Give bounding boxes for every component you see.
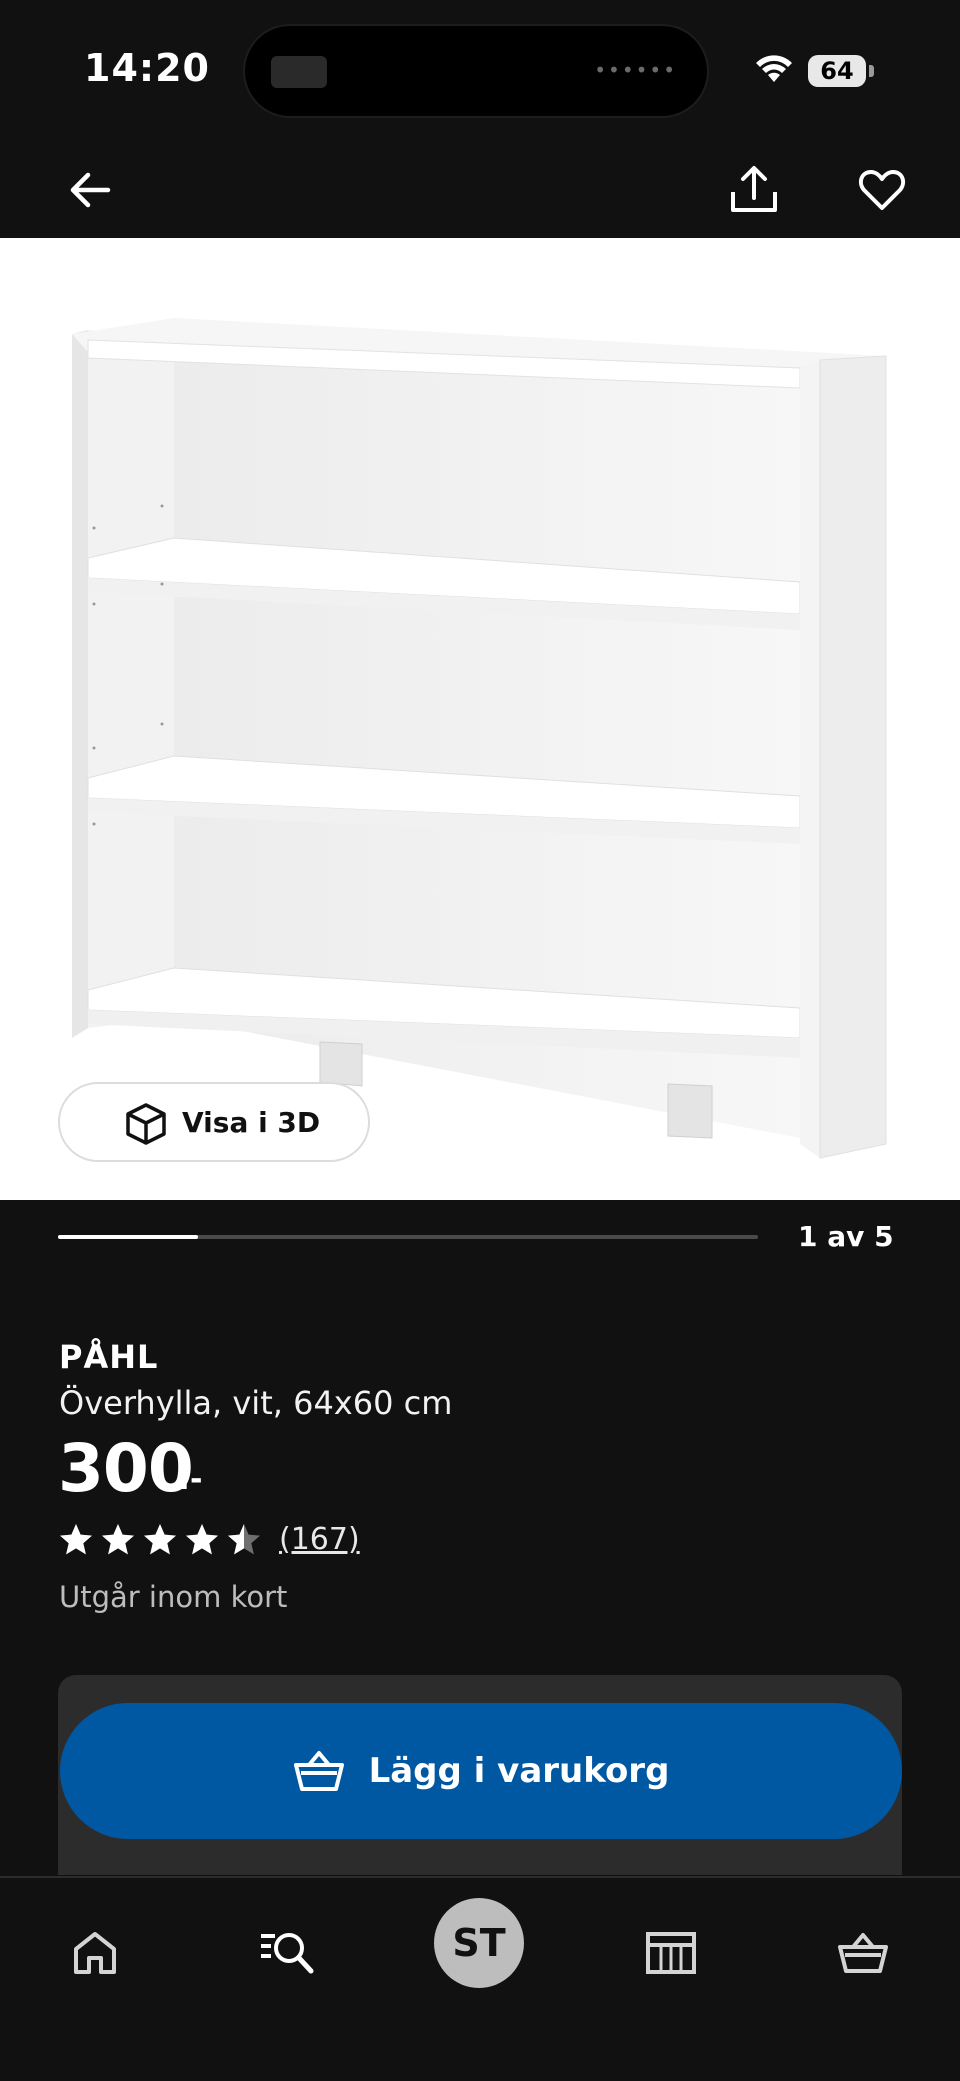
star-icon bbox=[186, 1524, 218, 1555]
cube-icon bbox=[126, 1103, 166, 1145]
favorite-button[interactable] bbox=[852, 160, 912, 220]
status-bar: 14:20 •••••• 64 bbox=[0, 0, 960, 140]
add-to-cart-button[interactable]: Lägg i varukorg bbox=[60, 1703, 902, 1839]
store-icon bbox=[646, 1932, 696, 1974]
rating-stars[interactable] bbox=[58, 1522, 262, 1558]
wifi-icon bbox=[756, 55, 792, 82]
star-icon bbox=[228, 1524, 260, 1555]
home-icon bbox=[74, 1932, 116, 1974]
star-icon bbox=[102, 1524, 134, 1555]
status-time: 14:20 bbox=[84, 46, 210, 90]
star-icon bbox=[144, 1524, 176, 1555]
gallery-position: 1 av 5 bbox=[798, 1220, 894, 1253]
share-icon bbox=[731, 166, 777, 212]
tab-store[interactable] bbox=[626, 1908, 716, 1998]
tab-search[interactable] bbox=[242, 1908, 332, 1998]
tab-basket[interactable] bbox=[818, 1908, 908, 1998]
tab-home[interactable] bbox=[50, 1908, 140, 1998]
dynamic-island: •••••• bbox=[243, 24, 709, 118]
tab-profile-avatar[interactable]: ST bbox=[434, 1898, 524, 1988]
search-list-icon bbox=[261, 1933, 314, 1974]
add-to-cart-label: Lägg i varukorg bbox=[368, 1751, 670, 1791]
basket-icon bbox=[293, 1751, 344, 1791]
product-name: PÅHL bbox=[59, 1338, 159, 1376]
island-dots: •••••• bbox=[594, 58, 677, 82]
product-description: Överhylla, vit, 64x60 cm bbox=[59, 1384, 453, 1422]
island-camera-icon bbox=[271, 56, 327, 88]
battery-nub bbox=[869, 65, 874, 77]
view-in-3d-button[interactable]: Visa i 3D bbox=[58, 1082, 370, 1162]
view-in-3d-label: Visa i 3D bbox=[182, 1105, 321, 1139]
heart-icon bbox=[858, 170, 906, 210]
basket-icon bbox=[838, 1933, 888, 1973]
top-nav bbox=[0, 140, 960, 240]
product-image-gallery[interactable]: Visa i 3D bbox=[0, 238, 960, 1200]
share-button[interactable] bbox=[724, 160, 784, 220]
gallery-progress-fill bbox=[58, 1235, 198, 1239]
price-suffix: :- bbox=[178, 1462, 203, 1497]
product-image-shelf bbox=[72, 318, 887, 1159]
review-count-link[interactable]: (167) bbox=[279, 1522, 360, 1557]
back-button[interactable] bbox=[60, 160, 120, 220]
bottom-tab-bar: ST bbox=[0, 1876, 960, 2081]
arrow-left-icon bbox=[70, 172, 111, 208]
gallery-progress-bar bbox=[58, 1235, 758, 1239]
star-icon bbox=[60, 1524, 92, 1555]
profile-initials: ST bbox=[452, 1921, 506, 1965]
stock-note: Utgår inom kort bbox=[59, 1580, 288, 1614]
battery-indicator: 64 bbox=[808, 55, 866, 87]
product-price: 300 bbox=[58, 1430, 194, 1507]
